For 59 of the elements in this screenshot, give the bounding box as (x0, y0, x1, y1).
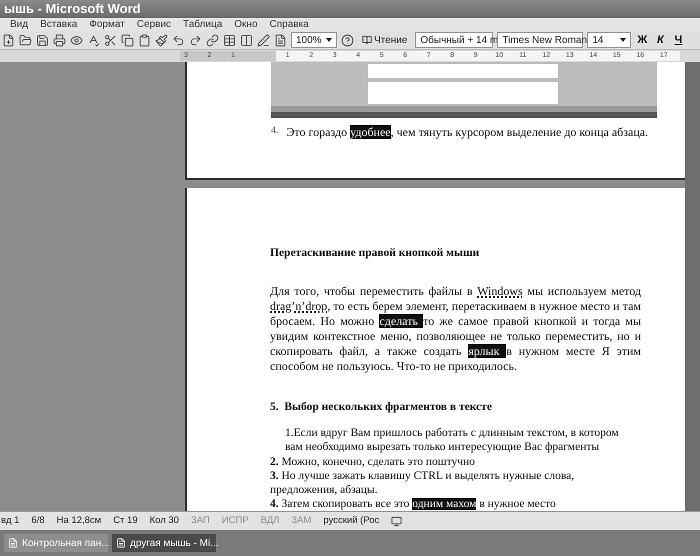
spelling-status-icon (391, 516, 402, 526)
heading: Перетаскивание правой кнопкой мыши (270, 246, 480, 260)
zoom-dropdown[interactable]: 100% (291, 32, 337, 48)
document-icon (8, 538, 18, 548)
menu-item[interactable]: Формат (89, 17, 125, 32)
brush-icon[interactable] (155, 34, 168, 46)
folder-icon[interactable] (19, 34, 32, 46)
document-icon (116, 538, 126, 548)
list-item-text: 3. Но лучше зажать клавишу CTRL и выделять нужные слова, предложения, абзацы. (270, 469, 576, 497)
printer-icon[interactable] (53, 34, 66, 46)
status-item: На 12,8см (56, 514, 102, 528)
menu-item[interactable]: Вставка (40, 17, 78, 32)
table-icon[interactable] (223, 34, 236, 46)
format-button[interactable]: Ч (671, 32, 686, 48)
list-number: 4. (271, 124, 278, 138)
status-item: Кол 30 (150, 514, 179, 528)
window-title: ышь - Microsoft Word (4, 0, 141, 18)
status-item: русский (Рос (323, 514, 380, 528)
status-item: ВДЛ (260, 514, 280, 528)
copy-icon[interactable] (121, 34, 134, 46)
list-item-text: 2. Можно, конечно, сделать это поштучно (270, 455, 476, 469)
spellcheck-icon[interactable] (87, 34, 100, 46)
save-icon[interactable] (36, 34, 49, 46)
status-item: ИСПР (222, 514, 249, 528)
new-document-icon[interactable] (2, 34, 15, 46)
read-button[interactable]: Чтение (358, 32, 412, 48)
pen-icon[interactable] (257, 34, 270, 46)
cut-icon[interactable] (104, 34, 117, 46)
menu-item[interactable]: Сервис (136, 17, 172, 32)
list-item-text: 1.Если вдруг Вам пришлось работать с длинным текстом, в котором вам необходимо вырезать только интересующие Вас фрагменты (284, 426, 620, 454)
format-button[interactable]: К (653, 32, 668, 48)
link-icon[interactable] (206, 34, 219, 46)
format-button[interactable]: Ж (635, 32, 650, 48)
status-item: Ст 19 (113, 514, 138, 528)
status-item: ЗАМ (291, 514, 312, 528)
columns-icon[interactable] (240, 34, 253, 46)
list-item-text: 4. Затем скопировать все это одним махом в нужное место (270, 497, 557, 511)
taskbar-button[interactable]: другая мышь - Mi... (112, 534, 216, 552)
dropdown-caret-icon (620, 38, 626, 42)
undo-icon[interactable] (172, 34, 185, 46)
scrollbar[interactable] (685, 62, 700, 511)
document-icon[interactable] (274, 34, 287, 46)
help-icon[interactable] (341, 34, 354, 46)
menu-item[interactable]: Вид (10, 17, 28, 32)
paste-icon[interactable] (138, 34, 151, 46)
status-item: ЗАП (190, 514, 210, 528)
dropdown-caret-icon (326, 38, 332, 42)
menu-item[interactable]: Справка (270, 17, 309, 32)
list-item-text: Это гораздо удобнее, чем тянуть курсором выделение до конца абзаца. (286, 124, 648, 141)
section-heading: 5. Выбор нескольких фрагментов в тексте (270, 400, 493, 415)
status-item: 6/8 (31, 514, 45, 528)
preview-icon[interactable] (70, 34, 83, 46)
font-size-dropdown[interactable]: 14 (587, 32, 632, 48)
redo-icon[interactable] (189, 34, 202, 46)
book-icon (362, 35, 372, 45)
status-item: вд 1 (1, 514, 20, 528)
menu-item[interactable]: Таблица (183, 17, 222, 32)
menu-item[interactable]: Окно (234, 17, 258, 32)
paragraph: Для того, чтобы переместить файлы в Windows мы используем метод drag’n’drop, то есть берем элемент, перетаскиваем в нужное место и там бросаем. Но можно сделать то же самое правой кнопкой и тогда мы увидим контекстное меню, позволяющее не только переместить, но и скопировать файл, а также создать ярлык в нужном месте Я этим способом не пользуюсь. Что-то не приходилось. (270, 284, 641, 374)
